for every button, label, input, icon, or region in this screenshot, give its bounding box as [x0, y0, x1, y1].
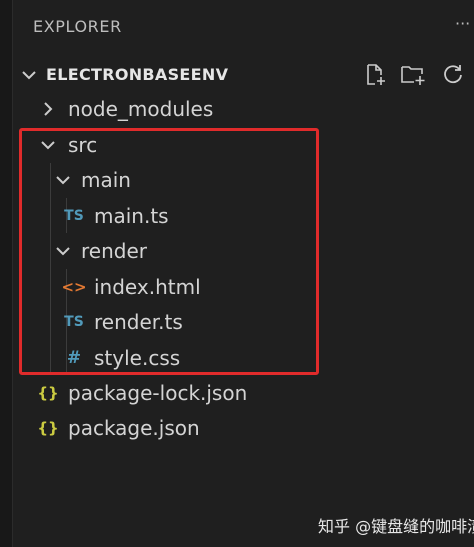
refresh-button[interactable] [438, 60, 468, 90]
workspace-title: ELECTRONBASEENV [46, 65, 229, 84]
chevron-right-icon [44, 102, 53, 116]
new-file-icon [367, 64, 385, 85]
explorer-title: EXPLORER [33, 17, 122, 36]
new-file-button[interactable] [360, 60, 390, 90]
highlight-box [19, 128, 319, 375]
chevron-down-icon [22, 71, 36, 80]
tree-item-node-modules[interactable]: node_modules [13, 91, 474, 126]
tree-item-package-json[interactable]: {} package.json [13, 410, 474, 445]
json-file-icon: {} [37, 383, 59, 402]
activity-bar-edge [0, 0, 13, 547]
new-folder-icon [401, 66, 425, 85]
new-folder-button[interactable] [398, 60, 428, 90]
watermark: 知乎 @键盘缝的咖啡渍 [318, 517, 474, 536]
more-actions-icon[interactable]: ··· [455, 14, 470, 33]
workspace-section-header[interactable]: ELECTRONBASEENV [13, 60, 474, 90]
tree-item-label: package.json [68, 416, 200, 440]
tree-item-package-lock-json[interactable]: {} package-lock.json [13, 375, 474, 410]
tree-item-label: node_modules [68, 97, 214, 121]
json-file-icon: {} [37, 418, 59, 437]
refresh-icon [444, 65, 462, 84]
tree-item-label: package-lock.json [68, 381, 248, 405]
